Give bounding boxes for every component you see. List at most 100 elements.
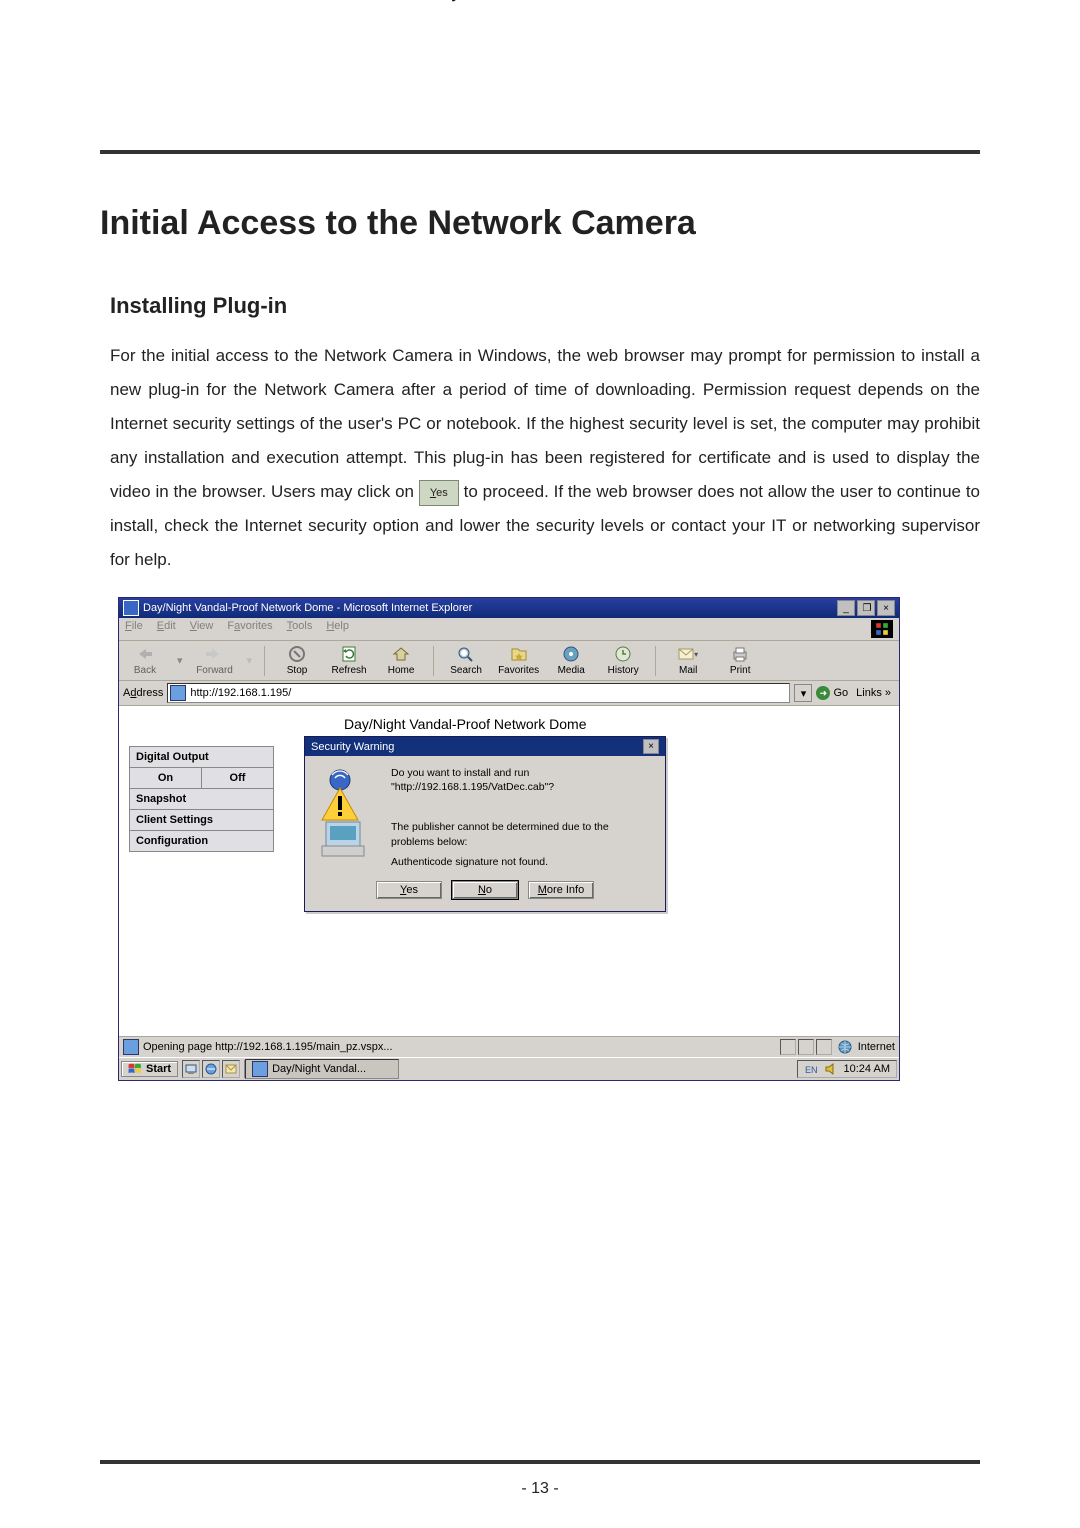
start-label: Start	[146, 1063, 171, 1075]
page-icon	[170, 685, 186, 701]
back-icon	[135, 645, 155, 663]
dialog-yes-button[interactable]: Yes	[376, 881, 442, 899]
tray-volume-icon[interactable]	[824, 1062, 838, 1076]
back-dropdown-icon[interactable]: ▾	[177, 654, 183, 667]
ie-logo-icon	[123, 600, 139, 616]
sidebar-off-button[interactable]: Off	[202, 768, 274, 789]
favorites-label: Favorites	[498, 665, 539, 676]
toolbar-sep3	[655, 646, 656, 676]
menu-help[interactable]: Help	[326, 620, 349, 638]
status-bar: Opening page http://192.168.1.195/main_p…	[119, 1036, 899, 1057]
media-icon	[561, 645, 581, 663]
status-seg	[780, 1039, 796, 1055]
sidebar-snapshot[interactable]: Snapshot	[129, 789, 274, 810]
status-seg	[816, 1039, 832, 1055]
zone-label: Internet	[858, 1041, 895, 1053]
ql-desktop-icon[interactable]	[182, 1060, 200, 1078]
sidebar-on-button[interactable]: On	[129, 768, 202, 789]
cursor-icon	[445, 0, 461, 6]
stop-label: Stop	[287, 665, 308, 676]
body-paragraph: For the initial access to the Network Ca…	[110, 339, 980, 577]
dialog-titlebar: Security Warning ×	[305, 737, 665, 756]
dialog-close-button[interactable]: ×	[643, 739, 659, 754]
warning-icon	[317, 766, 377, 869]
page-main: Day/Night Vandal-Proof Network Dome Secu…	[284, 706, 899, 1036]
status-page-icon	[123, 1039, 139, 1055]
start-button[interactable]: Start	[121, 1061, 178, 1077]
favorites-icon	[509, 645, 529, 663]
ie-menubar: File Edit View Favorites Tools Help	[119, 618, 899, 641]
bottom-rule	[100, 1460, 980, 1464]
print-button[interactable]: Print	[720, 645, 760, 676]
toolbar-sep2	[433, 646, 434, 676]
ie-throbber-icon	[871, 620, 893, 638]
stop-button[interactable]: Stop	[277, 645, 317, 676]
menu-tools[interactable]: Tools	[287, 620, 313, 638]
refresh-icon	[339, 645, 359, 663]
forward-button: Forward	[195, 645, 235, 676]
ie-titlebar: Day/Night Vandal-Proof Network Dome - Mi…	[119, 598, 899, 618]
history-button[interactable]: History	[603, 645, 643, 676]
stop-icon	[287, 645, 307, 663]
address-label: Address	[123, 687, 163, 699]
task-label: Day/Night Vandal...	[272, 1063, 366, 1075]
go-icon: ➜	[816, 686, 830, 700]
page-title: Initial Access to the Network Camera	[100, 204, 980, 243]
sidebar-digital-output: Digital Output	[129, 746, 274, 768]
ql-ie-icon[interactable]	[202, 1060, 220, 1078]
internet-zone-icon	[838, 1040, 852, 1054]
menu-file[interactable]: File	[125, 620, 143, 638]
forward-icon	[205, 645, 225, 663]
home-label: Home	[388, 665, 415, 676]
ie-window: Day/Night Vandal-Proof Network Dome - Mi…	[118, 597, 900, 1081]
go-button[interactable]: ➜ Go	[816, 686, 848, 700]
minimize-button[interactable]: _	[837, 600, 855, 616]
menu-edit[interactable]: Edit	[157, 620, 176, 638]
ql-outlook-icon[interactable]	[222, 1060, 240, 1078]
camera-sidebar: Digital Output On Off Snapshot Client Se…	[119, 706, 284, 1036]
tray-clock: 10:24 AM	[844, 1063, 890, 1075]
restore-button[interactable]: ❐	[857, 600, 875, 616]
close-button[interactable]: ×	[877, 600, 895, 616]
page-number: - 13 -	[100, 1474, 980, 1528]
taskbar-task[interactable]: Day/Night Vandal...	[245, 1059, 399, 1079]
address-field[interactable]: http://192.168.1.195/	[167, 683, 790, 703]
menu-view[interactable]: View	[190, 620, 214, 638]
yes-rest: es	[436, 487, 448, 499]
back-label: Back	[134, 665, 156, 676]
dialog-no-button[interactable]: No	[452, 881, 518, 899]
media-button[interactable]: Media	[551, 645, 591, 676]
sidebar-client-settings[interactable]: Client Settings	[129, 810, 274, 831]
dialog-line4: Authenticode signature not found.	[391, 855, 653, 869]
mail-icon: ▾	[678, 645, 698, 663]
system-tray: EN 10:24 AM	[797, 1060, 897, 1078]
links-button[interactable]: Links »	[852, 687, 895, 699]
toolbar-sep	[264, 646, 265, 676]
top-rule	[100, 150, 980, 154]
favorites-button[interactable]: Favorites	[498, 645, 539, 676]
home-button[interactable]: Home	[381, 645, 421, 676]
media-label: Media	[558, 665, 585, 676]
mail-button[interactable]: ▾ Mail	[668, 645, 708, 676]
sidebar-configuration[interactable]: Configuration	[129, 831, 274, 852]
status-seg	[798, 1039, 814, 1055]
mail-label: Mail	[679, 665, 697, 676]
address-dropdown-icon[interactable]: ▾	[794, 684, 812, 702]
fwd-dropdown-icon: ▾	[247, 654, 253, 667]
screenshot: Day/Night Vandal-Proof Network Dome - Mi…	[118, 597, 980, 1081]
taskbar: Start Day/Night Vandal... EN 10:24 AM	[119, 1057, 899, 1080]
print-icon	[730, 645, 750, 663]
menu-favorites[interactable]: Favorites	[227, 620, 272, 638]
search-button[interactable]: Search	[446, 645, 486, 676]
svg-text:EN: EN	[805, 1065, 818, 1075]
go-label: Go	[833, 687, 848, 699]
para-part1: For the initial access to the Network Ca…	[110, 346, 980, 501]
security-warning-dialog: Security Warning ×	[304, 736, 666, 912]
refresh-button[interactable]: Refresh	[329, 645, 369, 676]
tray-lang-icon[interactable]: EN	[804, 1062, 818, 1076]
history-icon	[613, 645, 633, 663]
task-ie-icon	[252, 1061, 268, 1077]
search-label: Search	[450, 665, 482, 676]
dialog-moreinfo-button[interactable]: More Info	[528, 881, 594, 899]
back-button[interactable]: Back	[125, 645, 165, 676]
